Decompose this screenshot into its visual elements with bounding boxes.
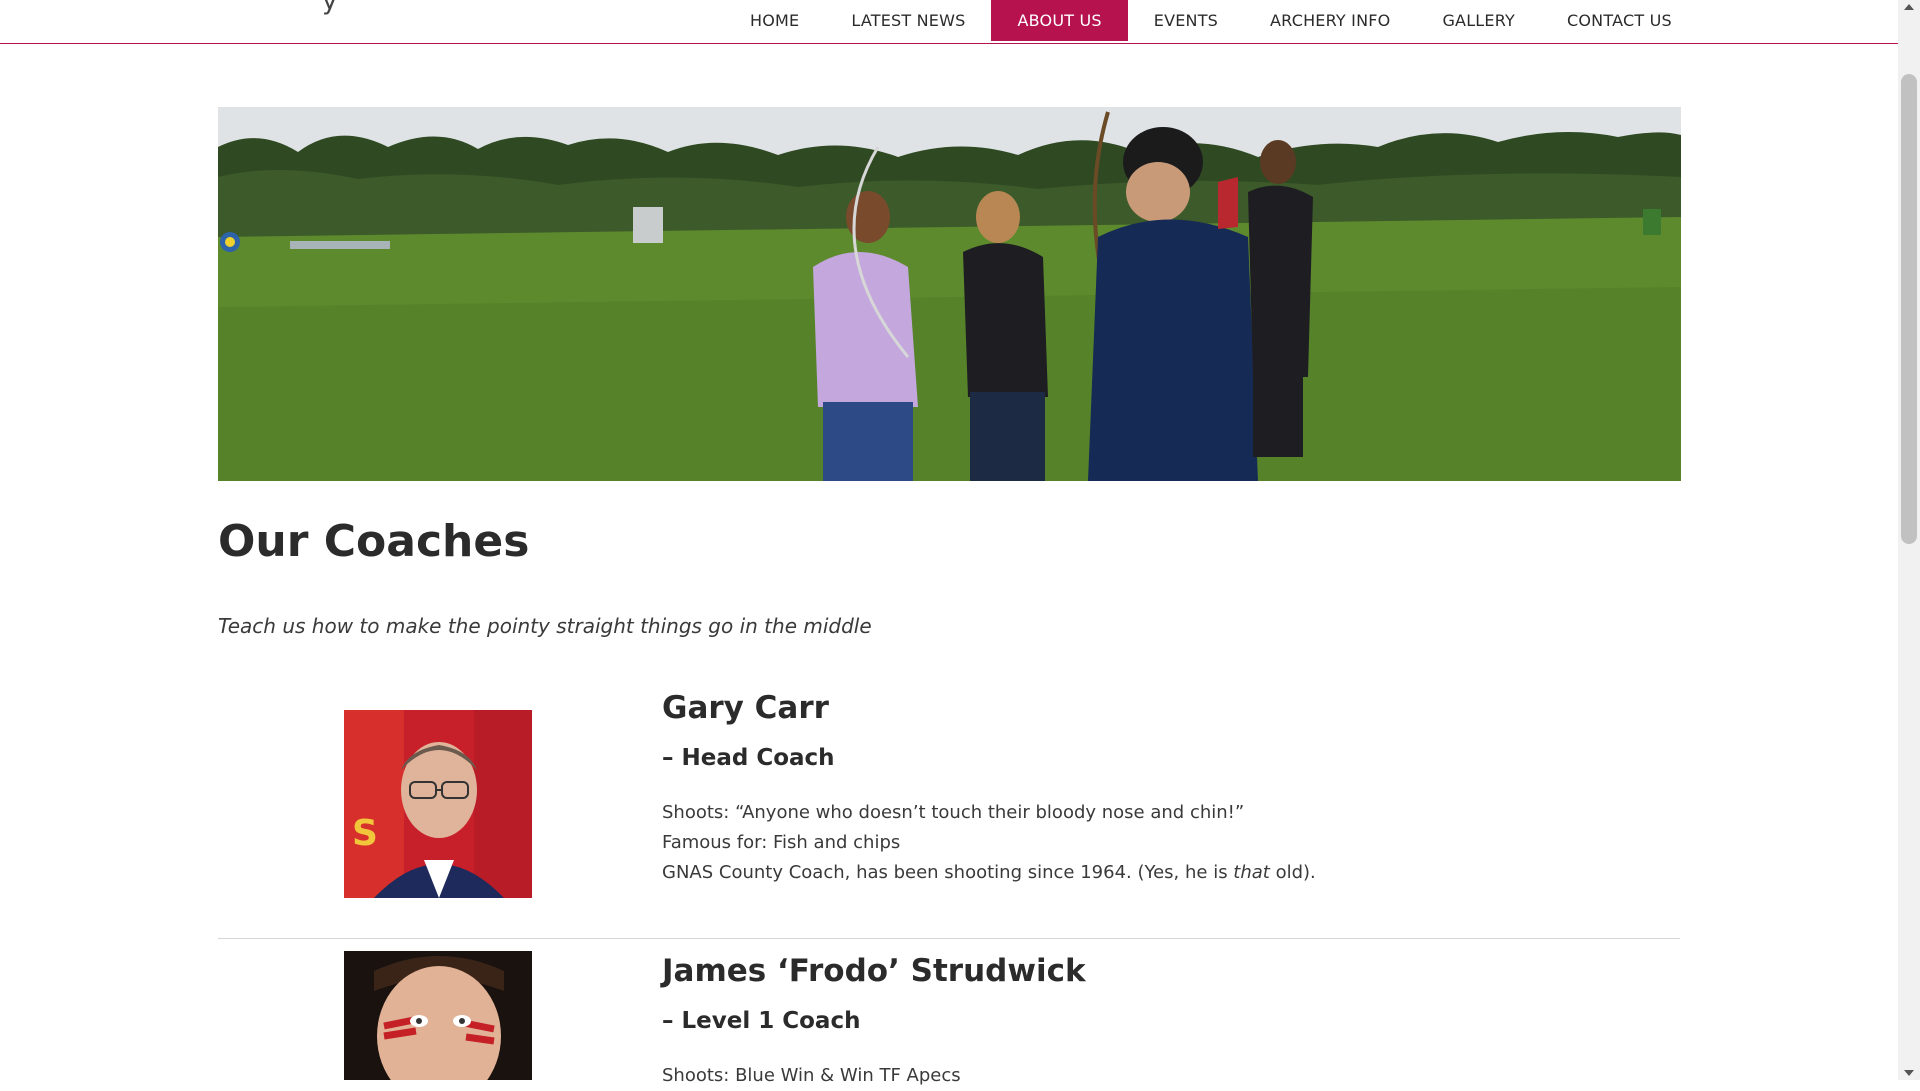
coach-bio: GNAS County Coach, has been shooting sin… [662, 858, 1316, 888]
nav-events[interactable]: EVENTS [1128, 0, 1244, 41]
coach-bio-emphasis: that [1233, 862, 1270, 883]
coach-name: Gary Carr [662, 690, 829, 726]
coach-shoots: Shoots: “Anyone who doesn’t touch their … [662, 802, 1245, 823]
hero-banner-image [218, 107, 1681, 481]
coach-shoots: Shoots: Blue Win & Win TF Apecs [662, 1065, 961, 1086]
nav-gallery[interactable]: GALLERY [1416, 0, 1541, 41]
site-header: y HOME LATEST NEWS ABOUT US EVENTS ARCHE… [0, 0, 1898, 44]
coach-famous-for: Famous for: Fish and chips [662, 832, 901, 853]
main-nav: HOME LATEST NEWS ABOUT US EVENTS ARCHERY… [724, 0, 1698, 41]
page-title: Our Coaches [218, 516, 530, 567]
nav-home[interactable]: HOME [724, 0, 825, 41]
coach-name: James ‘Frodo’ Strudwick [662, 953, 1086, 989]
coach-bio-suffix: old). [1269, 862, 1316, 883]
scroll-thumb[interactable] [1901, 74, 1917, 544]
coach-divider [218, 938, 1680, 939]
coach-role: – Head Coach [662, 745, 835, 771]
nav-contact-us[interactable]: CONTACT US [1541, 0, 1698, 41]
page-tagline: Teach us how to make the pointy straight… [218, 614, 872, 638]
coach-role: – Level 1 Coach [662, 1008, 861, 1034]
nav-archery-info[interactable]: ARCHERY INFO [1244, 0, 1416, 41]
nav-about-us[interactable]: ABOUT US [991, 0, 1128, 41]
coach-photo-gary-carr: S [344, 710, 532, 898]
nav-latest-news[interactable]: LATEST NEWS [825, 0, 991, 41]
site-logo-fragment[interactable]: y [322, 0, 337, 16]
coach-photo-james-strudwick [344, 951, 532, 1080]
scroll-up-arrow-icon[interactable] [1904, 4, 1914, 10]
page-scrollbar[interactable] [1898, 0, 1920, 1080]
svg-text:S: S [352, 813, 378, 854]
scroll-down-arrow-icon[interactable] [1904, 1070, 1914, 1076]
coach-bio-text: GNAS County Coach, has been shooting sin… [662, 862, 1234, 883]
